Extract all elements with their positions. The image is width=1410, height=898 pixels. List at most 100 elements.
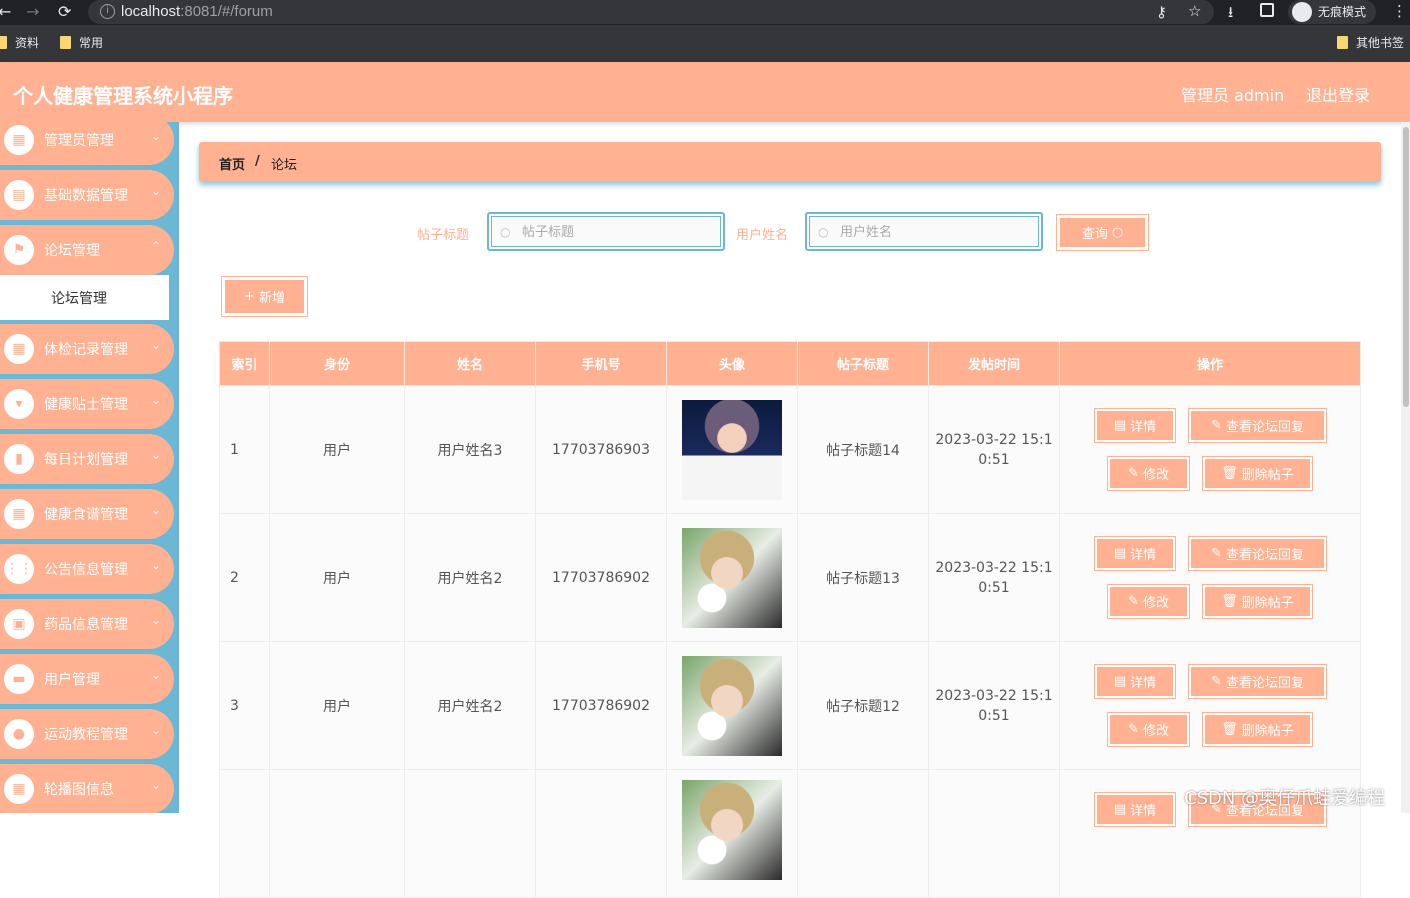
chevron-down-icon: ⌄ [151,558,162,572]
sidebar-item-label: 基础数据管理 [44,188,128,204]
delete-button[interactable]: 🗑 删除帖子 [1202,456,1313,491]
edit-icon: ✎ [1128,722,1139,737]
cell-ops: ▤ 详情 ✎ 查看论坛回复 ✎ 修改 🗑 删除帖子 [1059,513,1361,642]
query-label: 查询 [1081,227,1108,242]
sidebar-item-label: 每日计划管理 [44,452,128,468]
cell-ops: ▤ 详情 ✎ 查看论坛回复 ✎ 修改 🗑 删除帖子 [1059,641,1361,770]
search-icon: ○ [500,225,511,239]
page-scrollbar[interactable] [1401,122,1410,813]
sidebar-item-basic-data[interactable]: ▤ 基础数据管理 ⌄ [0,170,174,220]
info-icon[interactable]: i [100,4,115,19]
view-replies-button[interactable]: ✎ 查看论坛回复 [1188,536,1327,571]
sidebar-item-recipe[interactable]: ▦ 健康食谱管理 ⌄ [0,489,174,539]
cell-avatar [666,641,798,770]
sidepanel-icon[interactable] [1260,3,1274,17]
briefcase-icon: ▬ [4,664,34,694]
forward-icon[interactable]: → [26,2,39,22]
bookmark-folder[interactable]: 常用 [60,35,103,51]
edit-label: 修改 [1142,468,1169,483]
sidebar-item-exercise[interactable]: ● 运动教程管理 ⌄ [0,709,174,759]
edit-icon: ✎ [1211,546,1222,561]
cell-title: 帖子标题12 [797,641,929,770]
edit-label: 修改 [1142,596,1169,611]
sidebar-subitem-forum[interactable]: 论坛管理 [0,275,169,320]
cell-role: 用户 [269,385,405,514]
column-header: 发帖时间 [928,341,1060,386]
sidebar: ▦ 管理员管理 ⌄ ▤ 基础数据管理 ⌄ ⚑ 论坛管理 ⌃ 论坛管理 ▦ 体检记… [0,122,179,813]
edit-button[interactable]: ✎ 修改 [1107,584,1190,619]
sidebar-item-tips[interactable]: ▾ 健康贴士管理 ⌄ [0,379,174,429]
incognito-badge[interactable]: 无痕模式 [1288,0,1376,24]
cell-title [797,769,929,898]
title-search-field[interactable]: ○ [487,212,725,251]
document-icon: ▤ [1113,546,1127,561]
sidebar-item-checkup[interactable]: ▦ 体检记录管理 ⌄ [0,324,174,374]
time-line-1: 2023-03-22 15:1 [935,687,1053,704]
grid-icon: ▦ [4,774,34,804]
document-icon: ▤ [1113,802,1127,817]
delete-label: 删除帖子 [1241,468,1294,483]
view-replies-button[interactable]: ✎ 查看论坛回复 [1188,408,1327,443]
clipboard-icon: ▣ [4,609,34,639]
sidebar-item-forum[interactable]: ⚑ 论坛管理 ⌃ [0,225,174,275]
menu-dots-icon[interactable]: ⋮ [1392,2,1407,20]
reply-label: 查看论坛回复 [1225,420,1304,435]
detail-button[interactable]: ▤ 详情 [1094,792,1176,827]
delete-button[interactable]: 🗑 删除帖子 [1202,584,1313,619]
address-bar[interactable]: i localhost:8081/#/forum ⚷ ☆ [88,0,1214,24]
sidebar-item-label: 健康贴士管理 [44,397,128,413]
detail-label: 详情 [1130,804,1157,819]
sidebar-item-label: 公告信息管理 [44,562,128,578]
title-search-input[interactable] [522,222,712,242]
table-row: 3 用户 用户姓名2 17703786902 帖子标题12 2023-03-22… [219,641,1361,770]
apps-icon: ⋮⋮ [4,554,34,584]
detail-button[interactable]: ▤ 详情 [1094,664,1176,699]
name-search-input[interactable] [840,222,1030,242]
document-icon: ▤ [1113,418,1127,433]
chevron-down-icon: ⌄ [151,668,162,682]
sign-icon: ▾ [4,389,34,419]
avatar [682,655,782,756]
other-bookmarks[interactable]: 其他书签 [1337,35,1404,51]
edit-label: 修改 [1142,724,1169,739]
key-icon[interactable]: ⚷ [1156,3,1167,21]
time-line-2: 0:51 [978,451,1010,468]
delete-button[interactable]: 🗑 删除帖子 [1202,712,1313,747]
sidebar-item-carousel[interactable]: ▦ 轮播图信息 ⌄ [0,764,174,813]
view-replies-button[interactable]: ✎ 查看论坛回复 [1188,664,1327,699]
detail-button[interactable]: ▤ 详情 [1094,408,1176,443]
delete-label: 删除帖子 [1241,724,1294,739]
sidebar-item-users[interactable]: ▬ 用户管理 ⌄ [0,654,174,704]
cell-phone: 17703786903 [535,385,667,514]
breadcrumb: 首页 / 论坛 [199,142,1381,182]
name-search-label: 用户姓名 [736,228,789,243]
name-search-field[interactable]: ○ [805,212,1043,251]
sidebar-item-admin[interactable]: ▦ 管理员管理 ⌄ [0,122,174,165]
sidebar-item-plan[interactable]: ▮ 每日计划管理 ⌄ [0,434,174,484]
query-button[interactable]: 查询 ○ [1056,214,1149,251]
scroll-thumb[interactable] [1403,127,1409,407]
cell-index: 3 [219,641,270,770]
edit-button[interactable]: ✎ 修改 [1107,712,1190,747]
edit-icon: ✎ [1211,674,1222,689]
cell-title: 帖子标题13 [797,513,929,642]
logout-button[interactable]: 退出登录 [1306,82,1370,106]
edit-button[interactable]: ✎ 修改 [1107,456,1190,491]
bookmark-folder[interactable]: 资料 [0,35,39,51]
back-icon[interactable]: ← [0,2,11,22]
trash-icon: 🗑 [1221,594,1238,609]
detail-button[interactable]: ▤ 详情 [1094,536,1176,571]
star-icon[interactable]: ☆ [1188,2,1201,20]
reload-icon[interactable]: ⟳ [58,2,71,22]
flag-icon: ⚑ [4,235,34,265]
sidebar-item-medicine[interactable]: ▣ 药品信息管理 ⌄ [0,599,174,649]
cell-name [404,769,536,898]
download-icon[interactable]: ⭳ [1228,2,1233,27]
breadcrumb-home[interactable]: 首页 [219,154,245,173]
table-header-row: 索引 身份 姓名 手机号 头像 帖子标题 发帖时间 操作 [219,341,1361,386]
cell-avatar [666,513,798,642]
add-button[interactable]: + 新增 [221,276,308,317]
sidebar-item-notice[interactable]: ⋮⋮ 公告信息管理 ⌄ [0,544,174,594]
plus-icon: + [244,289,255,304]
column-header: 操作 [1059,341,1361,386]
